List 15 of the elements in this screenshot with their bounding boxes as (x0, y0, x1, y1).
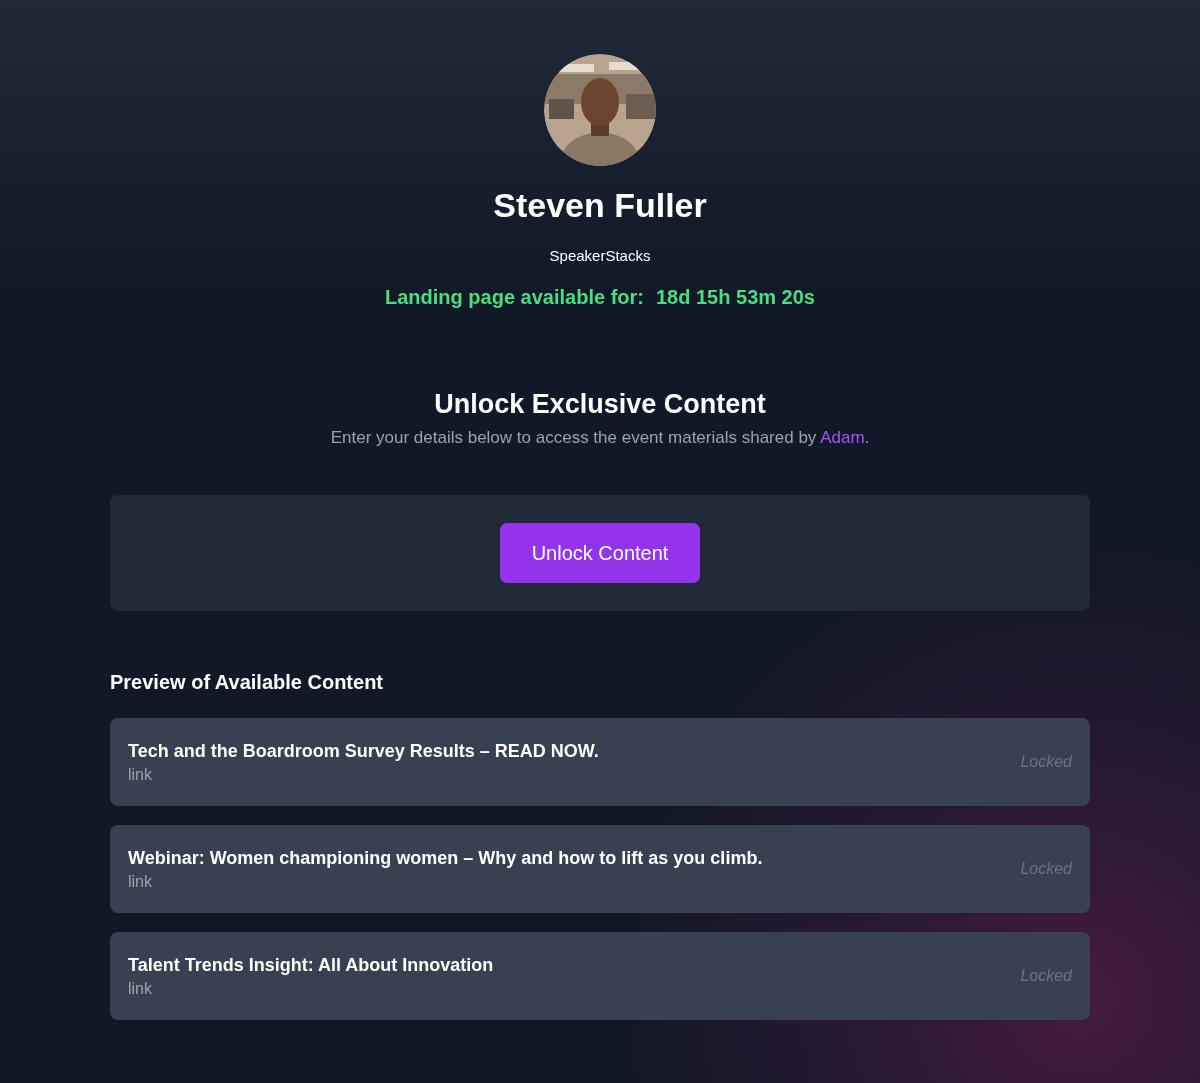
item-title: Webinar: Women championing women – Why and how to lift as you climb. (128, 847, 763, 869)
countdown-timer: 18d 15h 53m 20s (655, 286, 815, 309)
section-heading: Unlock Exclusive Content (434, 389, 766, 420)
item-type: link (128, 872, 153, 891)
countdown-label: Landing page available for: (385, 286, 644, 309)
item-type: link (128, 979, 153, 998)
description-text: Enter your details below to access the event materials shared by Adam. (330, 428, 870, 448)
item-title: Tech and the Boardroom Survey Results – READ NOW. (128, 740, 599, 762)
item-title: Talent Trends Insight: All About Innovation (128, 954, 494, 976)
author-link[interactable]: Adam (820, 428, 865, 447)
unlock-button[interactable]: Unlock Content (500, 523, 700, 583)
profile-name: Steven Fuller (493, 186, 707, 225)
organization-name: SpeakerStacks (549, 247, 651, 264)
preview-heading: Preview of Available Content (110, 671, 384, 694)
item-type: link (128, 765, 153, 784)
